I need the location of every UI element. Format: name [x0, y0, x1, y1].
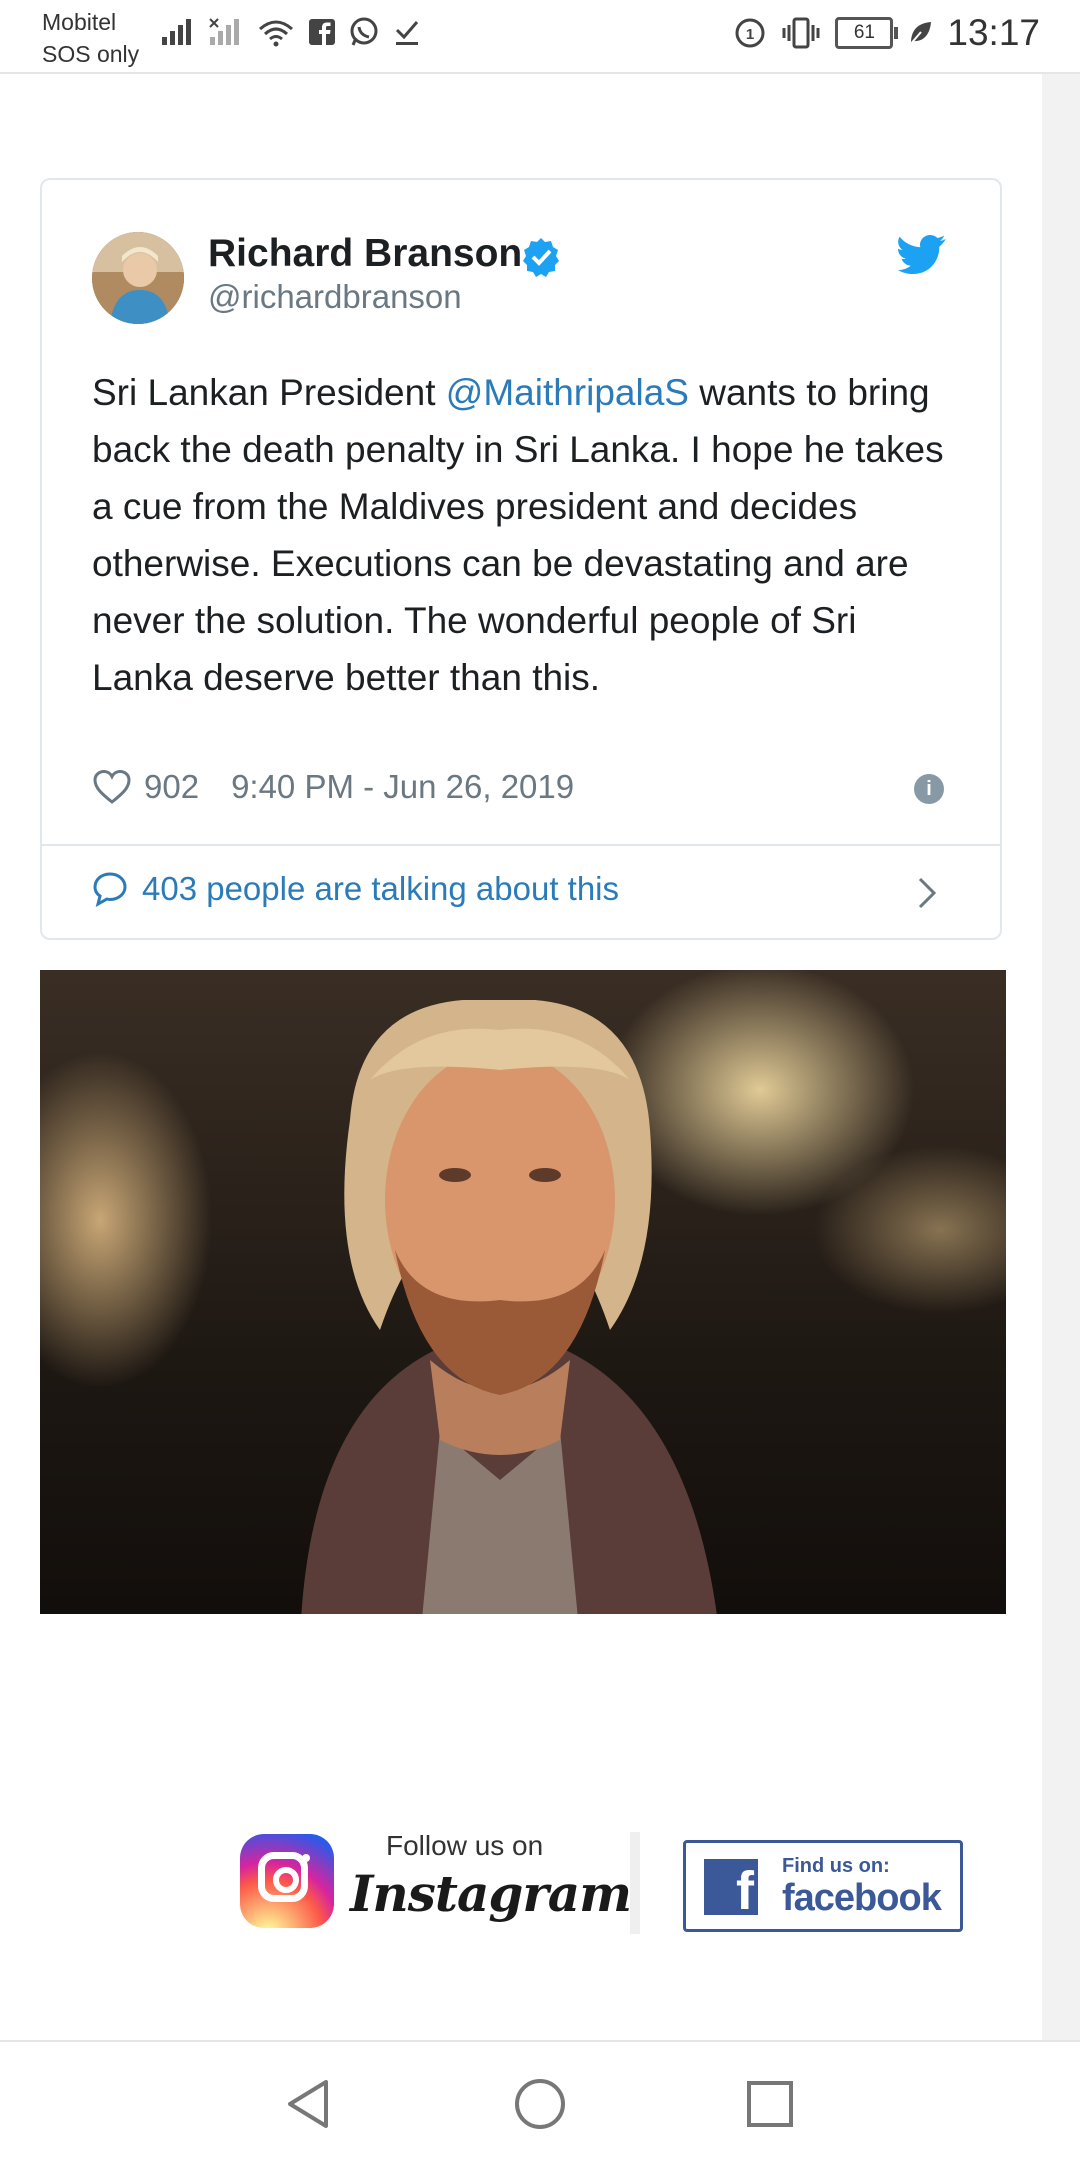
wifi-icon [259, 20, 293, 47]
author-handle[interactable]: @richardbranson [208, 278, 462, 316]
page-scrollbar[interactable] [1042, 74, 1080, 2040]
leaf-icon [908, 22, 932, 47]
facebook-find-label: Find us on: [782, 1855, 890, 1877]
carrier-name: Mobitel [42, 9, 117, 35]
status-icons-left [160, 16, 422, 48]
tweet-meta: 902 9:40 PM - Jun 26, 2019 [92, 768, 574, 806]
chevron-right-icon[interactable] [916, 876, 938, 910]
vibrate-icon [782, 17, 820, 49]
status-icons-right: 1 61 13:17 [733, 12, 1040, 54]
twitter-bird-icon[interactable] [898, 234, 946, 274]
facebook-icon [309, 19, 335, 45]
tweet-body: Sri Lankan President @MaithripalaS wants… [92, 364, 962, 706]
svg-text:1: 1 [746, 26, 754, 43]
whatsapp-icon [350, 17, 378, 46]
tweet-text-end: wants to bring back the death penalty in… [92, 372, 944, 698]
info-icon[interactable]: i [914, 774, 944, 804]
author-name[interactable]: Richard Branson [208, 232, 522, 276]
tweet-timestamp[interactable]: 9:40 PM - Jun 26, 2019 [231, 768, 574, 806]
carrier-status: SOS only [42, 41, 140, 67]
like-count[interactable]: 902 [144, 768, 199, 806]
data-saver-icon: 1 [735, 18, 765, 48]
avatar[interactable] [92, 232, 184, 324]
facebook-find-button[interactable]: f Find us on: facebook [683, 1840, 963, 1932]
embedded-tweet[interactable]: Richard Branson @richardbranson Sri Lank… [40, 178, 1002, 940]
instagram-wordmark[interactable]: Instagram [350, 1864, 632, 1923]
social-separator [630, 1832, 640, 1934]
carrier-info: Mobitel SOS only [42, 6, 139, 70]
instagram-icon[interactable] [240, 1834, 334, 1928]
instagram-follow-label[interactable]: Follow us on [386, 1830, 543, 1862]
back-button[interactable] [280, 2074, 340, 2134]
reply-bubble-icon [93, 872, 127, 907]
mention-link[interactable]: @MaithripalaS [446, 372, 689, 413]
social-links: Follow us on Instagram f Find us on: fac… [240, 1830, 980, 1940]
navigation-bar [0, 2040, 1080, 2162]
status-bar: Mobitel SOS only 1 61 13:17 [0, 0, 1080, 74]
facebook-icon: f [704, 1859, 758, 1915]
avatar-image [92, 232, 184, 324]
home-button[interactable] [510, 2074, 570, 2134]
recents-button[interactable] [740, 2074, 800, 2134]
download-done-icon [395, 21, 419, 45]
tweet-text-start: Sri Lankan President [92, 372, 446, 413]
like-heart-icon[interactable] [92, 769, 132, 805]
battery-icon: 61 [835, 17, 899, 49]
person-illustration [301, 1000, 717, 1614]
facebook-wordmark: facebook [782, 1877, 942, 1919]
clock: 13:17 [947, 12, 1040, 53]
divider [42, 844, 1000, 846]
signal-icon [162, 19, 191, 45]
conversation-link[interactable]: 403 people are talking about this [92, 870, 619, 908]
portrait-photo [40, 970, 1006, 1614]
conversation-text[interactable]: 403 people are talking about this [142, 870, 619, 908]
verified-badge-icon [523, 238, 559, 277]
no-signal-icon [209, 18, 239, 45]
